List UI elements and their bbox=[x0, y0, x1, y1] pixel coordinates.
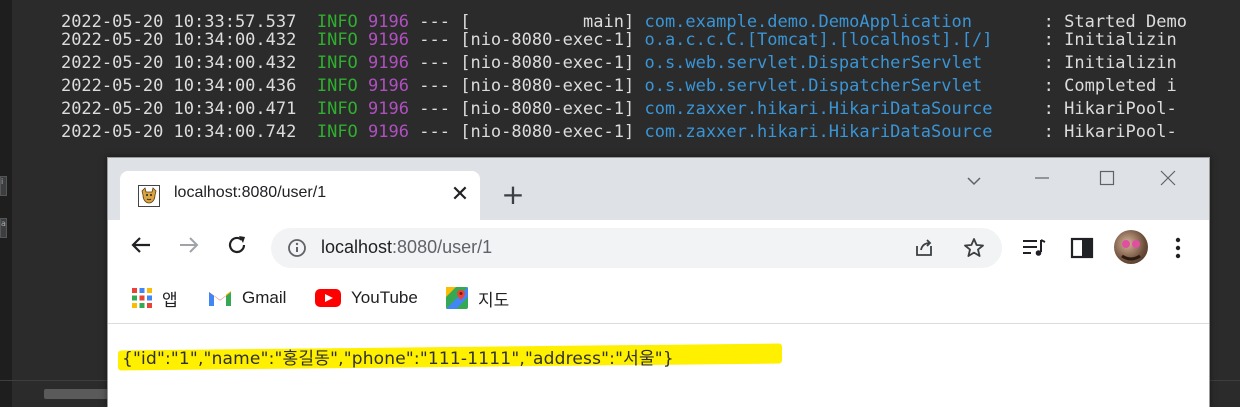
url-text[interactable]: localhost:8080/user/1 bbox=[321, 237, 492, 258]
bookmark-gmail[interactable]: Gmail bbox=[208, 286, 286, 310]
window-controls bbox=[949, 158, 1209, 198]
media-controls-icon[interactable] bbox=[1020, 234, 1048, 262]
bookmark-apps[interactable]: 앱 bbox=[132, 286, 178, 310]
log-line: 2022-05-20 10:34:00.742 INFO 9196 --- [n… bbox=[60, 122, 1177, 142]
bookmark-label: 앱 bbox=[162, 290, 178, 310]
bookmark-label: 지도 bbox=[478, 290, 510, 310]
forward-button[interactable] bbox=[172, 231, 206, 265]
profile-avatar[interactable] bbox=[1114, 230, 1148, 264]
tab-title: localhost:8080/user/1 bbox=[174, 184, 327, 201]
bookmark-label: Gmail bbox=[242, 288, 287, 307]
back-button[interactable] bbox=[124, 231, 158, 265]
side-panel-icon[interactable] bbox=[1068, 234, 1096, 262]
tab-search-chevron-icon[interactable] bbox=[959, 164, 989, 194]
address-bar[interactable]: localhost:8080/user/1 bbox=[271, 228, 1002, 268]
close-window-button[interactable] bbox=[1153, 164, 1183, 194]
kebab-menu-icon[interactable] bbox=[1164, 234, 1192, 262]
url-path: :8080/user/1 bbox=[392, 237, 493, 257]
apps-grid-icon bbox=[132, 288, 152, 308]
maps-icon bbox=[446, 287, 468, 309]
tab-localhost[interactable]: localhost:8080/user/1 ✕ bbox=[120, 171, 480, 220]
page-content: {"id":"1","name":"홍길동","phone":"111-1111… bbox=[108, 324, 1209, 407]
youtube-icon bbox=[315, 289, 341, 307]
share-icon[interactable] bbox=[912, 236, 936, 260]
bookmark-youtube[interactable]: YouTube bbox=[315, 286, 418, 310]
tab-strip: localhost:8080/user/1 ✕ + bbox=[108, 158, 1209, 220]
maximize-button[interactable] bbox=[1092, 164, 1122, 194]
bookmarks-bar: 앱 Gmail YouTube 지도 bbox=[108, 276, 1209, 324]
url-host: localhost bbox=[321, 237, 393, 257]
gutter-tab[interactable]: i bbox=[0, 176, 7, 196]
tomcat-icon bbox=[138, 185, 160, 207]
bookmark-star-icon[interactable] bbox=[962, 236, 986, 260]
log-line: 2022-05-20 10:34:00.432 INFO 9196 --- [n… bbox=[60, 53, 1177, 73]
bookmark-label: YouTube bbox=[351, 288, 418, 307]
close-tab-button[interactable]: ✕ bbox=[446, 181, 474, 209]
log-line: 2022-05-20 10:34:00.432 INFO 9196 --- [n… bbox=[60, 30, 1177, 50]
browser-window: localhost:8080/user/1 ✕ + localhost:8080… bbox=[107, 157, 1210, 407]
reload-button[interactable] bbox=[220, 231, 254, 265]
bookmark-maps[interactable]: 지도 bbox=[446, 286, 509, 310]
browser-toolbar: localhost:8080/user/1 bbox=[108, 220, 1209, 276]
minimize-button[interactable] bbox=[1027, 164, 1057, 194]
console-left-gutter: i a bbox=[0, 0, 12, 407]
json-response-text: {"id":"1","name":"홍길동","phone":"111-1111… bbox=[122, 349, 674, 369]
info-icon[interactable] bbox=[287, 238, 307, 258]
arrow-right-icon bbox=[180, 237, 199, 253]
log-line: 2022-05-20 10:34:00.471 INFO 9196 --- [n… bbox=[60, 99, 1177, 119]
new-tab-button[interactable]: + bbox=[498, 180, 528, 210]
reload-icon bbox=[228, 236, 246, 254]
gmail-icon bbox=[209, 291, 231, 306]
gutter-tab[interactable]: a bbox=[0, 218, 7, 238]
arrow-left-icon bbox=[131, 237, 150, 253]
log-line: 2022-05-20 10:34:00.436 INFO 9196 --- [n… bbox=[60, 76, 1177, 96]
